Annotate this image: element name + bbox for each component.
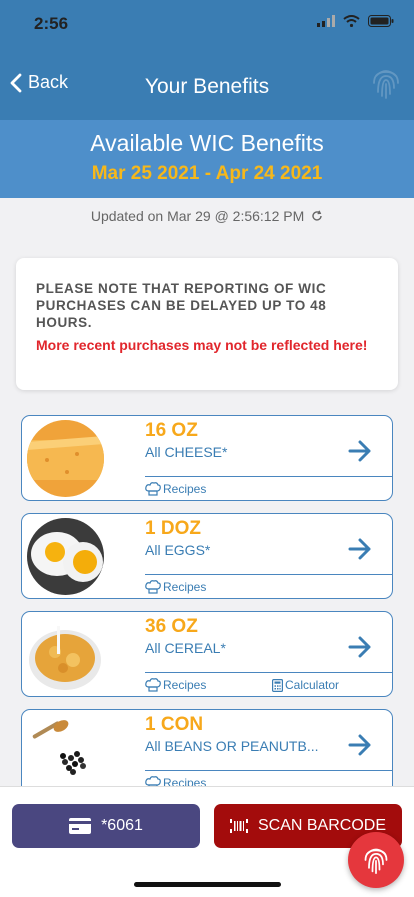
item-quantity: 16 OZ (145, 420, 198, 441)
recipes-link[interactable]: Recipes (145, 580, 206, 594)
chef-hat-icon (145, 580, 161, 594)
benefits-banner: Available WIC Benefits Mar 25 2021 - Apr… (0, 120, 414, 198)
recipes-link[interactable]: Recipes (145, 678, 206, 692)
status-icons (317, 15, 394, 27)
cereal-image (27, 616, 104, 693)
fingerprint-icon (364, 848, 388, 874)
fingerprint-icon (373, 70, 399, 99)
item-name: All CEREAL* (145, 640, 226, 656)
bottom-bar: *6061 SCAN BARCODE (0, 786, 414, 897)
benefit-card-beans[interactable]: 1 CON All BEANS OR PEANUTB... Recipes (21, 709, 393, 795)
item-name: All CHEESE* (145, 444, 228, 460)
item-quantity: 1 CON (145, 714, 204, 735)
page-title: Your Benefits (144, 75, 270, 98)
calculator-icon (272, 678, 283, 692)
updated-timestamp[interactable]: Updated on Mar 29 @ 2:56:12 PM (0, 208, 414, 224)
card-number: *6061 (101, 817, 143, 834)
wifi-icon (343, 15, 360, 27)
credit-card-icon (69, 818, 92, 834)
benefit-period: Mar 25 2021 - Apr 24 2021 (91, 163, 323, 184)
chef-hat-icon (145, 482, 161, 496)
refresh-icon[interactable] (311, 210, 323, 222)
signal-icon (317, 15, 335, 27)
arrow-right-icon[interactable] (348, 538, 372, 560)
fingerprint-button[interactable] (348, 832, 404, 888)
calculator-label: Calculator (285, 678, 340, 692)
recipes-label: Recipes (163, 580, 207, 594)
notice-warning: More recent purchases may not be reflect… (36, 337, 368, 353)
benefits-heading: Available WIC Benefits (90, 130, 324, 156)
arrow-right-icon[interactable] (348, 440, 372, 462)
card-divider (145, 476, 392, 477)
chef-hat-icon (145, 678, 161, 692)
cheese-image (27, 420, 104, 497)
benefit-card-cereal[interactable]: 36 OZ All CEREAL* Recipes Calculator (21, 611, 393, 697)
arrow-right-icon[interactable] (348, 636, 372, 658)
item-name: All BEANS OR PEANUTB... (145, 738, 319, 754)
card-divider (145, 770, 392, 771)
item-name: All EGGS* (145, 542, 211, 558)
card-divider (145, 672, 392, 673)
card-button[interactable]: *6061 (12, 804, 200, 848)
benefit-card-eggs[interactable]: 1 DOZ All EGGS* Recipes (21, 513, 393, 599)
battery-icon (368, 15, 394, 27)
beans-image (27, 714, 104, 791)
card-divider (145, 574, 392, 575)
item-quantity: 36 OZ (145, 616, 198, 637)
calculator-link[interactable]: Calculator (272, 678, 339, 692)
status-time: 2:56 (34, 14, 69, 33)
delay-notice: PLEASE NOTE THAT REPORTING OF WIC PURCHA… (16, 258, 398, 390)
eggs-image (27, 518, 104, 595)
barcode-icon (229, 819, 248, 833)
recipes-label: Recipes (163, 678, 207, 692)
updated-text: Updated on Mar 29 @ 2:56:12 PM (90, 208, 305, 224)
app-header: 2:56 Back Your Benefits (0, 0, 414, 120)
home-indicator[interactable] (134, 882, 281, 887)
benefit-card-cheese[interactable]: 16 OZ All CHEESE* Recipes (21, 415, 393, 501)
recipes-link[interactable]: Recipes (145, 482, 206, 496)
arrow-right-icon[interactable] (348, 734, 372, 756)
item-quantity: 1 DOZ (145, 518, 201, 539)
recipes-label: Recipes (163, 482, 207, 496)
notice-text: PLEASE NOTE THAT REPORTING OF WIC PURCHA… (36, 281, 327, 330)
